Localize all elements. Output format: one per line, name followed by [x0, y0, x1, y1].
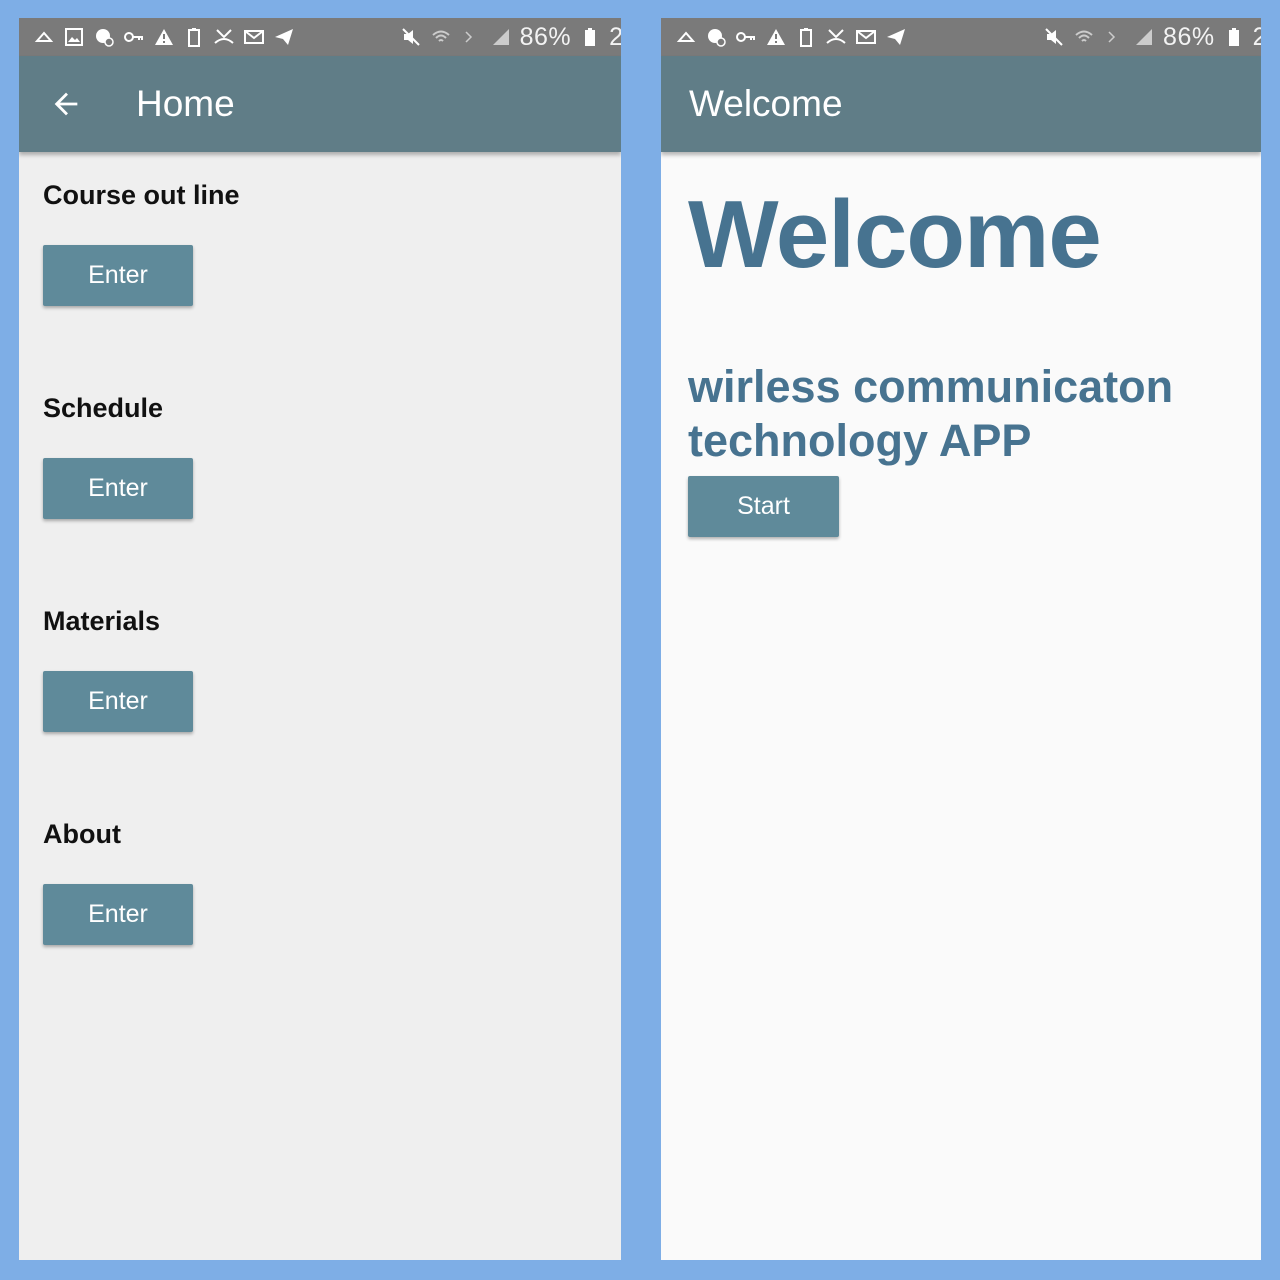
section-label: About: [43, 819, 121, 849]
welcome-heading: Welcome: [688, 181, 1102, 288]
battery-percent: 86%: [1163, 22, 1215, 51]
status-icons-right: 86% 2: [1043, 18, 1261, 56]
page-title: Home: [136, 83, 235, 124]
welcome-app-bar: Welcome: [661, 56, 1261, 152]
status-time: 2: [1252, 22, 1261, 51]
about-enter-button[interactable]: Enter: [43, 884, 193, 945]
mute-icon: [1043, 26, 1065, 48]
battery-saver-icon: [795, 26, 817, 48]
start-button[interactable]: Start: [688, 476, 839, 537]
battery-icon: [579, 26, 601, 48]
status-bar: 86% 2: [661, 18, 1261, 56]
section-schedule: Schedule Enter: [43, 365, 597, 578]
schedule-enter-button[interactable]: Enter: [43, 458, 193, 519]
nfc-icon: [460, 26, 482, 48]
status-bar: 86% 2:: [19, 18, 621, 56]
cell-signal-icon: [490, 26, 512, 48]
battery-saver-icon: [183, 26, 205, 48]
status-icons-left: [661, 26, 907, 48]
cell-signal-icon: [1133, 26, 1155, 48]
wifi-icon: [1073, 26, 1095, 48]
section-materials: Materials Enter: [43, 578, 597, 791]
mute-icon: [400, 26, 422, 48]
status-icons-left: [19, 26, 295, 48]
page-title: Welcome: [689, 83, 843, 124]
section-label: Course out line: [43, 180, 240, 210]
missed-call-icon: [213, 26, 235, 48]
signal-bird-icon: [33, 26, 55, 48]
back-button[interactable]: [41, 79, 91, 129]
telegram-icon: [273, 26, 295, 48]
section-label: Schedule: [43, 393, 164, 423]
battery-percent: 86%: [519, 22, 572, 51]
alert-circle-icon: [93, 26, 115, 48]
home-app-bar: Home: [19, 56, 621, 152]
section-label: Materials: [43, 606, 161, 636]
signal-bird-icon: [675, 26, 697, 48]
section-course-outline: Course out line Enter: [43, 152, 597, 365]
welcome-screen: 86% 2 Welcome Welcome wirless communicat…: [661, 18, 1261, 1260]
materials-enter-button[interactable]: Enter: [43, 671, 193, 732]
mail-icon: [243, 26, 265, 48]
wifi-icon: [430, 26, 452, 48]
arrow-left-icon: [54, 92, 78, 116]
app-name-text: wirless communicaton technology APP: [688, 361, 1174, 466]
warning-icon: [153, 26, 175, 48]
missed-call-icon: [825, 26, 847, 48]
telegram-icon: [885, 26, 907, 48]
status-time: 2:: [609, 22, 621, 51]
battery-icon: [1223, 26, 1245, 48]
key-icon: [123, 26, 145, 48]
warning-icon: [765, 26, 787, 48]
alert-circle-icon: [705, 26, 727, 48]
gallery-icon: [63, 26, 85, 48]
home-screen: 86% 2: Home Course out line Enter Schedu…: [19, 18, 621, 1260]
home-content: Course out line Enter Schedule Enter Mat…: [19, 152, 621, 1004]
course-outline-enter-button[interactable]: Enter: [43, 245, 193, 306]
section-about: About Enter: [43, 791, 597, 1004]
status-icons-right: 86% 2:: [400, 18, 621, 56]
mail-icon: [855, 26, 877, 48]
key-icon: [735, 26, 757, 48]
nfc-icon: [1103, 26, 1125, 48]
